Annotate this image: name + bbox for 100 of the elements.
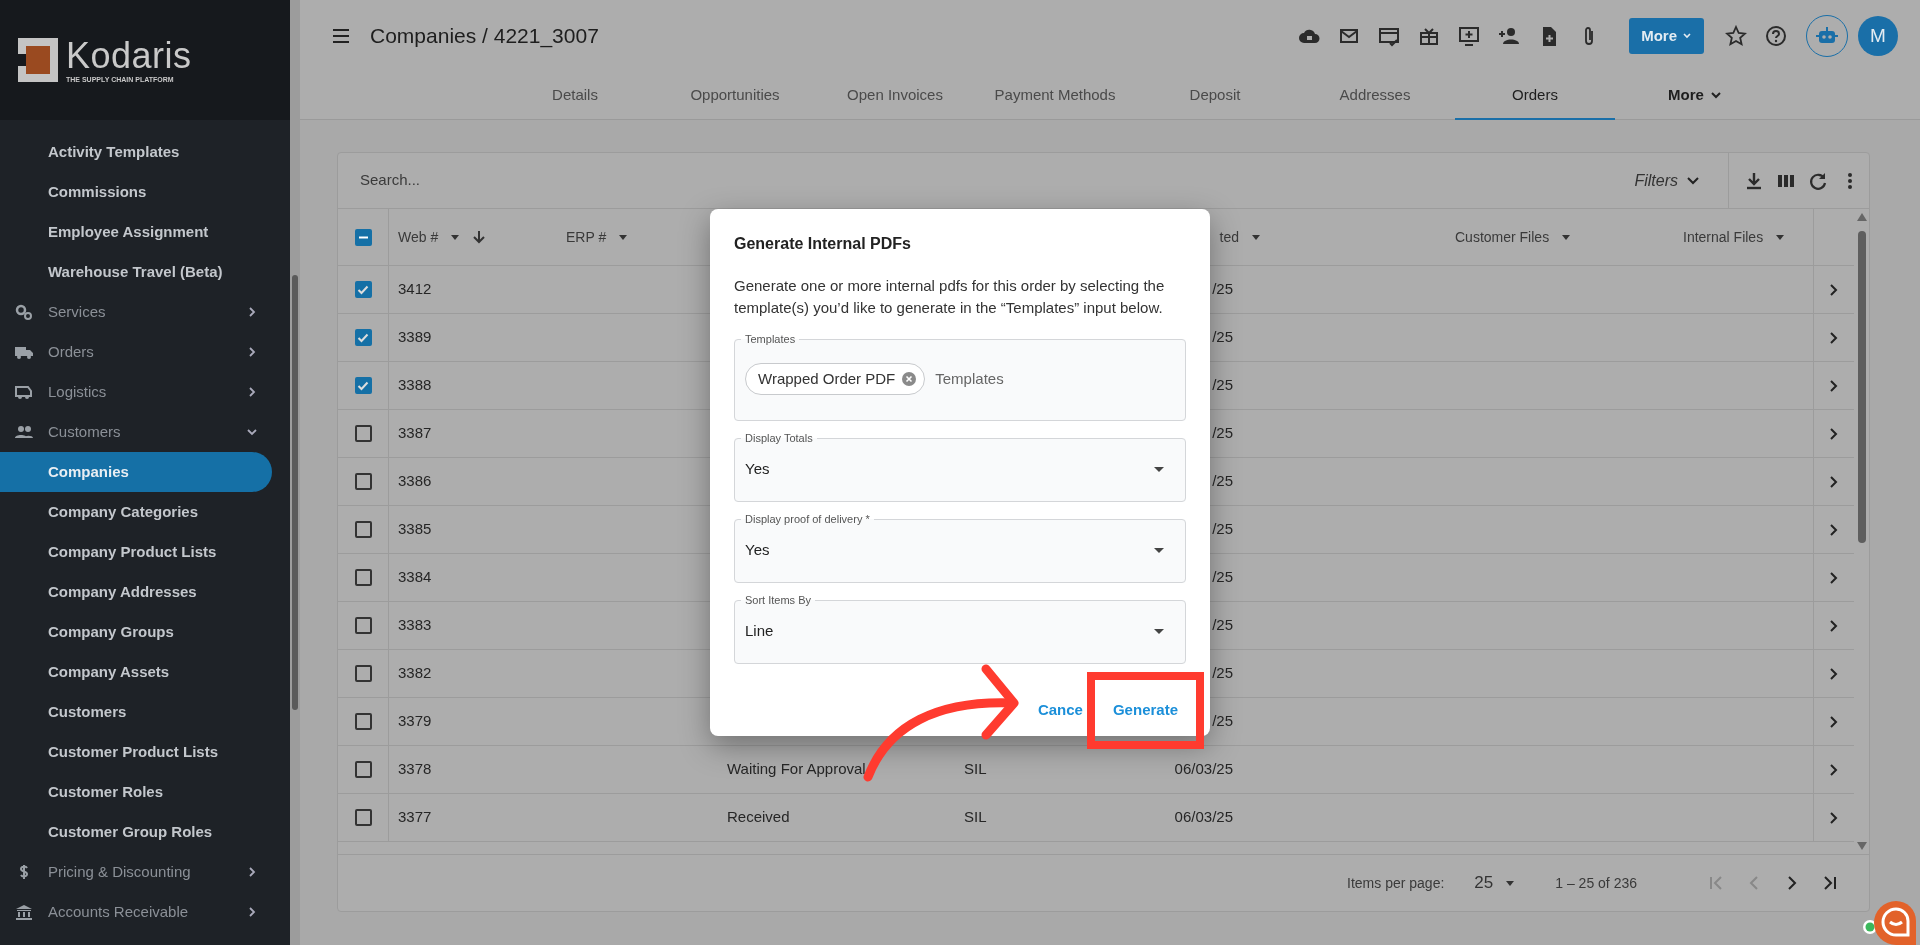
sidebar-item[interactable]: Activity Templates: [0, 132, 272, 172]
select-field[interactable]: Sort Items By Line: [734, 595, 1186, 664]
select-all-checkbox[interactable]: [354, 228, 372, 246]
filters-button[interactable]: Filters: [1634, 168, 1728, 193]
row-checkbox[interactable]: [354, 761, 372, 778]
row-checkbox[interactable]: [354, 809, 372, 826]
sidebar-item[interactable]: Customers: [0, 692, 272, 732]
dialog-text: Generate one or more internal pdfs for this order by selecting the template(s) you’d like to generate in the “Templates” input below.: [734, 276, 1166, 318]
sidebar-item[interactable]: Warehouse Travel (Beta): [0, 252, 272, 292]
templates-field[interactable]: Templates Wrapped Order PDF Templates: [734, 334, 1186, 421]
sort-down-arrow-icon[interactable]: [472, 230, 487, 244]
row-checkbox[interactable]: [354, 329, 372, 346]
scrollbar-thumb[interactable]: [292, 275, 298, 710]
select-value: Yes: [745, 540, 770, 561]
dialog-button[interactable]: Cance: [1037, 693, 1083, 728]
column-header[interactable]: Internal Files: [1683, 226, 1764, 248]
table-cell-text: /25: [1211, 279, 1233, 300]
table-cell-text: /25: [1211, 327, 1233, 348]
dialog-button[interactable]: Generate: [1112, 693, 1178, 728]
caret-icon[interactable]: [618, 232, 629, 242]
more-tab[interactable]: More: [1615, 72, 1775, 120]
sidebar-item[interactable]: Logistics: [0, 372, 272, 412]
search-field[interactable]: Search...: [338, 168, 1635, 193]
caret-icon[interactable]: [1251, 232, 1261, 242]
row-checkbox[interactable]: [354, 713, 372, 730]
tab[interactable]: Payment Methods: [975, 72, 1135, 120]
gift-icon[interactable]: [1418, 25, 1441, 47]
table-cell-text: 3387: [398, 423, 432, 444]
tab[interactable]: Deposit: [1135, 72, 1295, 120]
sidebar-item[interactable]: Customer Product Lists: [0, 732, 272, 772]
column-header[interactable]: Web #: [398, 226, 439, 248]
person-add-icon[interactable]: [1498, 25, 1521, 47]
row-checkbox[interactable]: [354, 377, 372, 394]
table-cell-text: 3377: [398, 807, 432, 828]
sidebar-item[interactable]: Pricing & Discounting: [0, 852, 272, 892]
help-icon[interactable]: [1765, 25, 1787, 47]
avatar[interactable]: M: [1858, 16, 1898, 56]
sidebar-item[interactable]: Companies: [0, 452, 272, 492]
remove-icon[interactable]: [901, 371, 918, 388]
chevron-right-icon: [246, 906, 258, 918]
chevron-right-icon: [246, 306, 258, 318]
table-cell-text: 06/03/25: [1173, 807, 1233, 828]
tab[interactable]: Addresses: [1295, 72, 1455, 120]
row-checkbox[interactable]: [354, 665, 372, 682]
row-checkbox[interactable]: [354, 617, 372, 634]
sidebar-item[interactable]: Orders: [0, 332, 272, 372]
page-range: 1 – 25 of 236: [1555, 873, 1637, 893]
field-label: Sort Items By: [744, 595, 813, 606]
column-header[interactable]: ERP #: [566, 226, 607, 248]
logo-name: Kodaris: [66, 37, 192, 74]
tab[interactable]: Orders: [1455, 72, 1615, 120]
scrollbar-thumb[interactable]: [1858, 231, 1866, 543]
caret-icon[interactable]: [1561, 232, 1572, 242]
template-chip[interactable]: Wrapped Order PDF: [745, 363, 926, 396]
table-cell-text: SIL: [964, 807, 987, 828]
sidebar-item[interactable]: Company Assets: [0, 652, 272, 692]
row-checkbox[interactable]: [354, 569, 372, 586]
row-checkbox[interactable]: [354, 281, 372, 298]
more-button[interactable]: More: [1629, 18, 1704, 54]
scroll-up-icon[interactable]: [1857, 213, 1867, 221]
row-checkbox[interactable]: [354, 521, 372, 538]
field-label: Templates: [744, 334, 797, 345]
table-cell-text: Waiting For Approval: [727, 759, 866, 780]
last-page-icon[interactable]: [1821, 874, 1839, 892]
row-checkbox[interactable]: [354, 473, 372, 490]
tab[interactable]: Open Invoices: [815, 72, 975, 120]
table-cell-text: 3385: [398, 519, 432, 540]
tab[interactable]: Details: [495, 72, 655, 120]
sidebar-item[interactable]: Accounts Receivable: [0, 892, 272, 932]
sidebar-item[interactable]: Customer Roles: [0, 772, 272, 812]
gears-icon: [14, 302, 34, 322]
select-value: Yes: [745, 459, 770, 480]
table-cell-text: 3388: [398, 375, 432, 396]
items-per-page-select[interactable]: 25: [1474, 870, 1516, 896]
caret-icon[interactable]: [1775, 232, 1786, 242]
table-cell-text: 06/03/25: [1173, 759, 1233, 780]
table-cell-text: 3412: [398, 279, 432, 300]
check-icon: [357, 331, 369, 344]
sidebar-item[interactable]: Customers: [0, 412, 272, 452]
sidebar-item[interactable]: Company Product Lists: [0, 532, 272, 572]
select-field[interactable]: Display Totals Yes: [734, 433, 1186, 502]
sidebar-item[interactable]: Customer Group Roles: [0, 812, 272, 852]
scroll-down-icon[interactable]: [1857, 842, 1867, 850]
monitor-plus-icon[interactable]: [1458, 25, 1481, 47]
sidebar-item[interactable]: Company Addresses: [0, 572, 272, 612]
credit-card-icon[interactable]: [1378, 25, 1401, 47]
sidebar-item[interactable]: Company Categories: [0, 492, 272, 532]
star-icon[interactable]: [1725, 25, 1747, 47]
select-field[interactable]: Display proof of delivery * Yes: [734, 514, 1186, 583]
sidebar-item[interactable]: Employee Assignment: [0, 212, 272, 252]
templates-input[interactable]: Templates: [933, 367, 1074, 392]
caret-icon[interactable]: [450, 232, 461, 242]
chevron-down-icon: [246, 426, 258, 438]
sidebar-item[interactable]: Company Groups: [0, 612, 272, 652]
sidebar-item[interactable]: Commissions: [0, 172, 272, 212]
caret-icon: [1505, 878, 1516, 888]
column-header[interactable]: Customer Files: [1455, 226, 1550, 248]
row-checkbox[interactable]: [354, 425, 372, 442]
tab[interactable]: Opportunities: [655, 72, 815, 120]
sidebar-item[interactable]: Services: [0, 292, 272, 332]
